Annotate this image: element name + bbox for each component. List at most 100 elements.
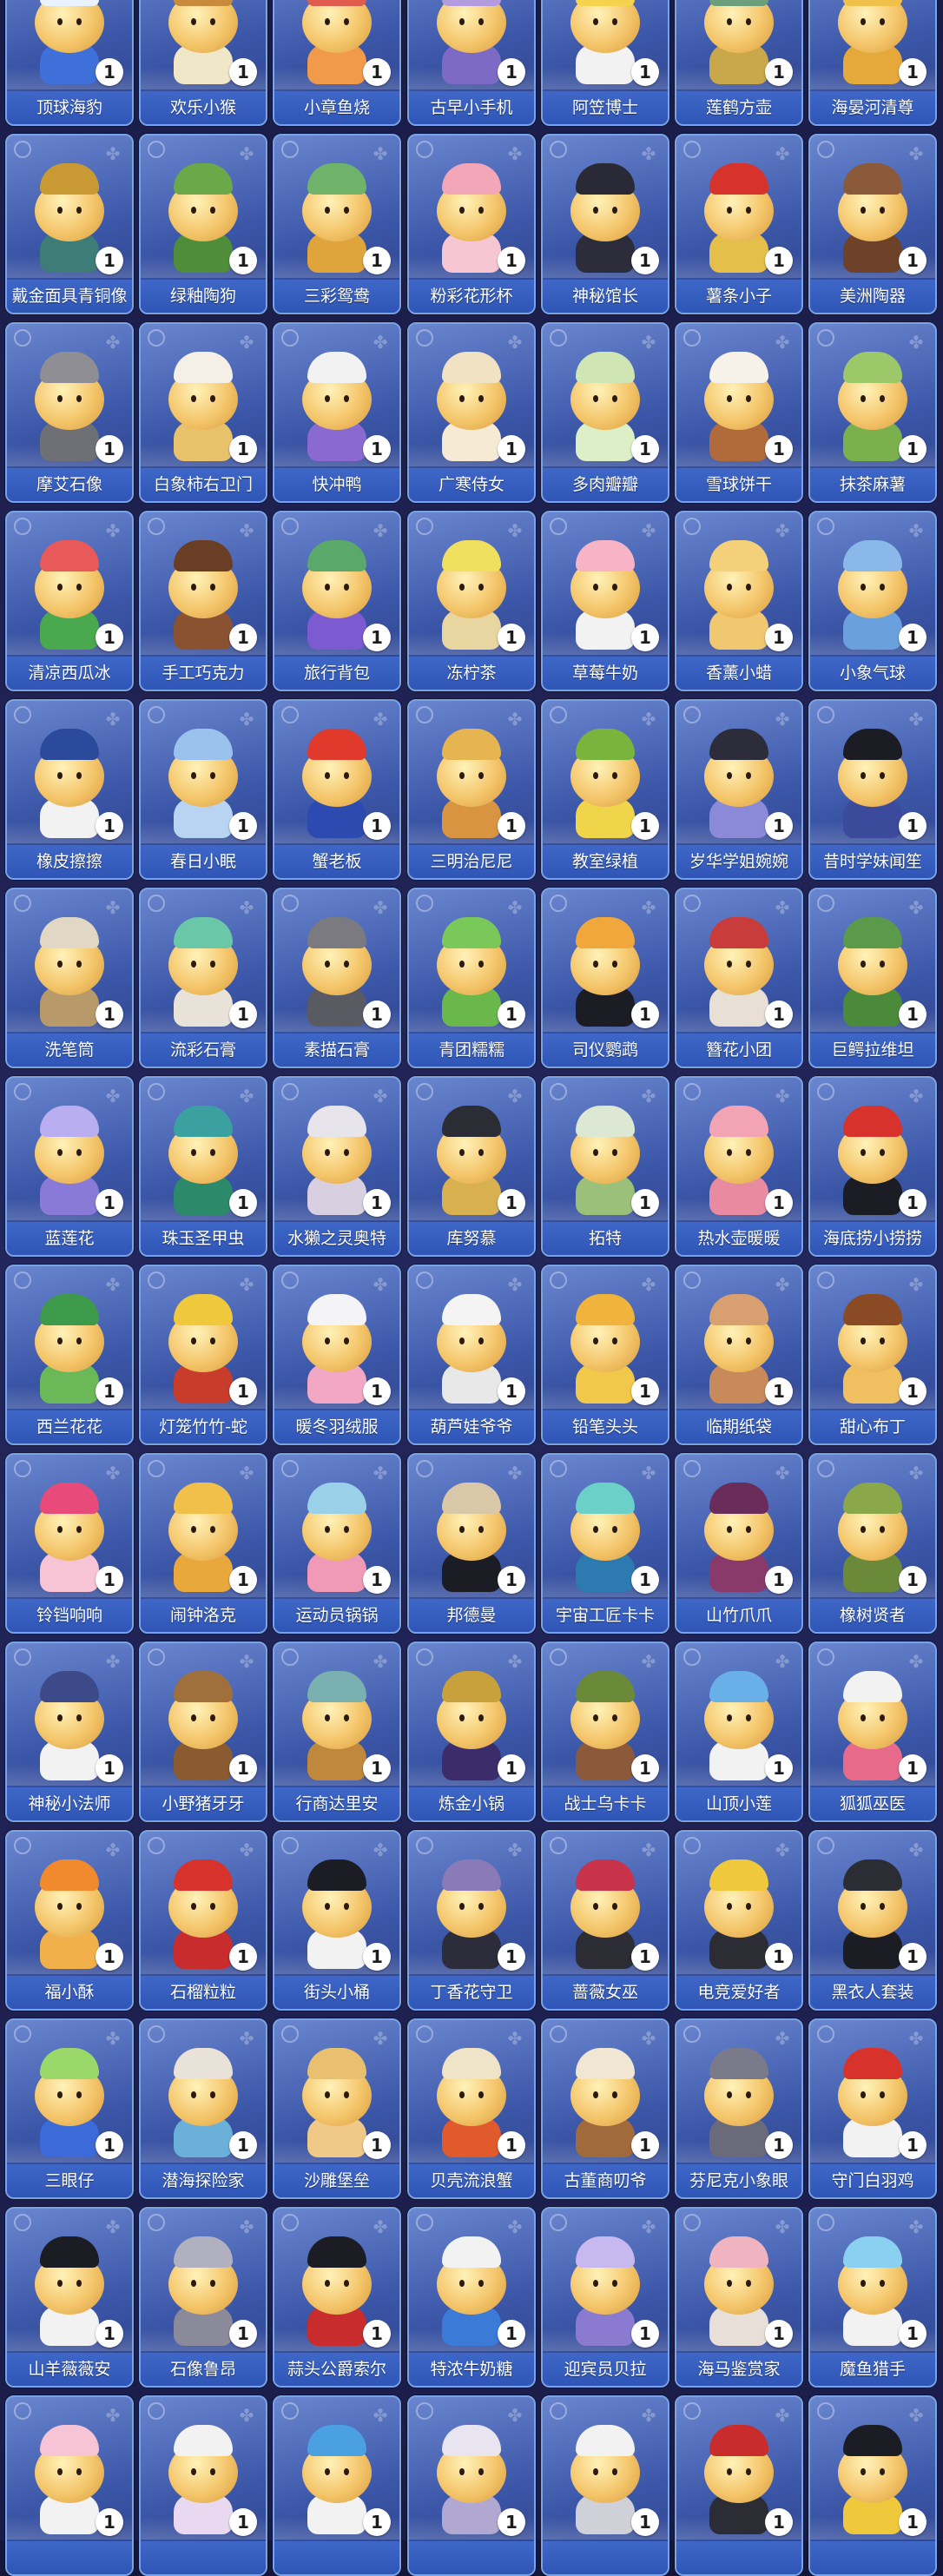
figure-card[interactable]: ✤ 1 (5, 2395, 134, 2576)
figure-card[interactable]: ✤ 1 灯笼竹竹-蛇 (139, 1265, 267, 1445)
figure-card[interactable]: ✤ 1 石像鲁昂 (139, 2207, 267, 2388)
figure-card[interactable]: ✤ 1 (273, 2395, 401, 2576)
figure-card[interactable]: ✤ 1 多肉瓣瓣 (541, 322, 669, 503)
figure-card[interactable]: ✤ 1 清凉西瓜冰 (5, 511, 134, 691)
figure-card[interactable]: ✤ 1 潜海探险家 (139, 2018, 267, 2199)
figure-card[interactable]: ✤ 1 教室绿植 (541, 699, 669, 880)
figure-card[interactable]: ✤ 1 簪花小团 (675, 888, 803, 1068)
figure-card[interactable]: ✤ 1 蔷薇女巫 (541, 1830, 669, 2011)
figure-card[interactable]: ✤ 1 蓝莲花 (5, 1076, 134, 1257)
figure-card[interactable]: ✤ 1 古董商叨爷 (541, 2018, 669, 2199)
figure-card[interactable]: ✤ 1 魔鱼猎手 (808, 2207, 937, 2388)
figure-card[interactable]: ✤ 1 炼金小锅 (407, 1641, 536, 1822)
figure-card[interactable]: ✤ 1 青团糯糯 (407, 888, 536, 1068)
figure-card[interactable]: ✤ 1 素描石膏 (273, 888, 401, 1068)
figure-card[interactable]: ✤ 1 拓特 (541, 1076, 669, 1257)
figure-card[interactable]: ✤ 1 珠玉圣甲虫 (139, 1076, 267, 1257)
figure-card[interactable]: ✤ 1 (407, 2395, 536, 2576)
figure-card[interactable]: ✤ 1 草莓牛奶 (541, 511, 669, 691)
figure-card[interactable]: ✤ 1 (675, 2395, 803, 2576)
figure-card[interactable]: ✤ 1 甜心布丁 (808, 1265, 937, 1445)
figure-card[interactable]: ✤1欢乐小猴 (139, 0, 267, 126)
figure-card[interactable]: ✤ 1 三明治尼尼 (407, 699, 536, 880)
figure-card[interactable]: ✤ 1 海马鉴赏家 (675, 2207, 803, 2388)
figure-card[interactable]: ✤ 1 铃铛响响 (5, 1453, 134, 1634)
figure-card[interactable]: ✤ 1 香薰小蜡 (675, 511, 803, 691)
figure-card[interactable]: ✤ 1 沙雕堡垒 (273, 2018, 401, 2199)
figure-card[interactable]: ✤ 1 特浓牛奶糖 (407, 2207, 536, 2388)
figure-card[interactable]: ✤1莲鹤方壶 (675, 0, 803, 126)
figure-card[interactable]: ✤ 1 战士乌卡卡 (541, 1641, 669, 1822)
figure-card[interactable]: ✤ 1 狐狐巫医 (808, 1641, 937, 1822)
figure-card[interactable]: ✤ 1 司仪鹦鹉 (541, 888, 669, 1068)
figure-card[interactable]: ✤ 1 守门白羽鸡 (808, 2018, 937, 2199)
figure-card[interactable]: ✤ 1 雪球饼干 (675, 322, 803, 503)
figure-card[interactable]: ✤ 1 蟹老板 (273, 699, 401, 880)
figure-card[interactable]: ✤ 1 神秘馆长 (541, 134, 669, 314)
figure-card[interactable]: ✤ 1 广寒侍女 (407, 322, 536, 503)
figure-card[interactable]: ✤ 1 芬尼克小象眼 (675, 2018, 803, 2199)
figure-card[interactable]: ✤ 1 流彩石膏 (139, 888, 267, 1068)
figure-card[interactable]: ✤ 1 快冲鸭 (273, 322, 401, 503)
figure-card[interactable]: ✤ 1 岁华学姐婉婉 (675, 699, 803, 880)
figure-card[interactable]: ✤ 1 神秘小法师 (5, 1641, 134, 1822)
figure-card[interactable]: ✤ 1 宇宙工匠卡卡 (541, 1453, 669, 1634)
figure-card[interactable]: ✤ 1 福小酥 (5, 1830, 134, 2011)
figure-card[interactable]: ✤ 1 旅行背包 (273, 511, 401, 691)
figure-card[interactable]: ✤ 1 粉彩花形杯 (407, 134, 536, 314)
figure-card[interactable]: ✤ 1 摩艾石像 (5, 322, 134, 503)
figure-card[interactable]: ✤ 1 库努慕 (407, 1076, 536, 1257)
figure-card[interactable]: ✤ 1 街头小桶 (273, 1830, 401, 2011)
figure-card[interactable]: ✤ 1 行商达里安 (273, 1641, 401, 1822)
figure-card[interactable]: ✤ 1 小象气球 (808, 511, 937, 691)
figure-card[interactable]: ✤1顶球海豹 (5, 0, 134, 126)
figure-card[interactable]: ✤ 1 水獭之灵奥特 (273, 1076, 401, 1257)
figure-card[interactable]: ✤ 1 春日小眠 (139, 699, 267, 880)
figure-card[interactable]: ✤ 1 铅笔头头 (541, 1265, 669, 1445)
figure-card[interactable]: ✤ 1 暖冬羽绒服 (273, 1265, 401, 1445)
figure-card[interactable]: ✤ 1 橡树贤者 (808, 1453, 937, 1634)
figure-card[interactable]: ✤ 1 运动员锅锅 (273, 1453, 401, 1634)
figure-card[interactable]: ✤ 1 手工巧克力 (139, 511, 267, 691)
figure-card[interactable]: ✤ 1 闹钟洛克 (139, 1453, 267, 1634)
figure-card[interactable]: ✤ 1 小野猪牙牙 (139, 1641, 267, 1822)
figure-card[interactable]: ✤ 1 海底捞小捞捞 (808, 1076, 937, 1257)
figure-card[interactable]: ✤ 1 绿釉陶狗 (139, 134, 267, 314)
figure-card[interactable]: ✤ 1 山羊薇薇安 (5, 2207, 134, 2388)
figure-card[interactable]: ✤ 1 葫芦娃爷爷 (407, 1265, 536, 1445)
figure-card[interactable]: ✤ 1 薯条小子 (675, 134, 803, 314)
figure-card[interactable]: ✤ 1 电竞爱好者 (675, 1830, 803, 2011)
figure-card[interactable]: ✤ 1 丁香花守卫 (407, 1830, 536, 2011)
figure-card[interactable]: ✤1阿笠博士 (541, 0, 669, 126)
figure-card[interactable]: ✤ 1 洗笔筒 (5, 888, 134, 1068)
figure-card[interactable]: ✤ 1 山竹爪爪 (675, 1453, 803, 1634)
figure-card[interactable]: ✤ 1 抹茶麻薯 (808, 322, 937, 503)
figure-card[interactable]: ✤ 1 橡皮擦擦 (5, 699, 134, 880)
figure-card[interactable]: ✤ 1 三眼仔 (5, 2018, 134, 2199)
figure-card[interactable]: ✤ 1 邦德曼 (407, 1453, 536, 1634)
figure-card[interactable]: ✤ 1 临期纸袋 (675, 1265, 803, 1445)
figure-card[interactable]: ✤ 1 (139, 2395, 267, 2576)
figure-card[interactable]: ✤1小章鱼烧 (273, 0, 401, 126)
figure-card[interactable]: ✤ 1 戴金面具青铜像 (5, 134, 134, 314)
figure-card[interactable]: ✤ 1 黑衣人套装 (808, 1830, 937, 2011)
figure-card[interactable]: ✤ 1 (808, 2395, 937, 2576)
figure-card[interactable]: ✤ 1 热水壶暖暖 (675, 1076, 803, 1257)
figure-card[interactable]: ✤ 1 三彩鸳鸯 (273, 134, 401, 314)
figure-card[interactable]: ✤1古早小手机 (407, 0, 536, 126)
figure-card[interactable]: ✤ 1 山顶小莲 (675, 1641, 803, 1822)
figure-card[interactable]: ✤ 1 西兰花花 (5, 1265, 134, 1445)
count-badge: 1 (899, 1189, 927, 1217)
figure-card[interactable]: ✤ 1 白象柿右卫门 (139, 322, 267, 503)
figure-card[interactable]: ✤ 1 昔时学妹闻笙 (808, 699, 937, 880)
figure-card[interactable]: ✤ 1 冻柠茶 (407, 511, 536, 691)
figure-card[interactable]: ✤ 1 美洲陶器 (808, 134, 937, 314)
figure-card[interactable]: ✤1海晏河清尊 (808, 0, 937, 126)
figure-card[interactable]: ✤ 1 (541, 2395, 669, 2576)
figure-card[interactable]: ✤ 1 蒜头公爵索尔 (273, 2207, 401, 2388)
figure-card[interactable]: ✤ 1 巨鳄拉维坦 (808, 888, 937, 1068)
figure-card[interactable]: ✤ 1 迎宾员贝拉 (541, 2207, 669, 2388)
count-badge: 1 (765, 1943, 793, 1971)
figure-card[interactable]: ✤ 1 石榴粒粒 (139, 1830, 267, 2011)
figure-card[interactable]: ✤ 1 贝壳流浪蟹 (407, 2018, 536, 2199)
